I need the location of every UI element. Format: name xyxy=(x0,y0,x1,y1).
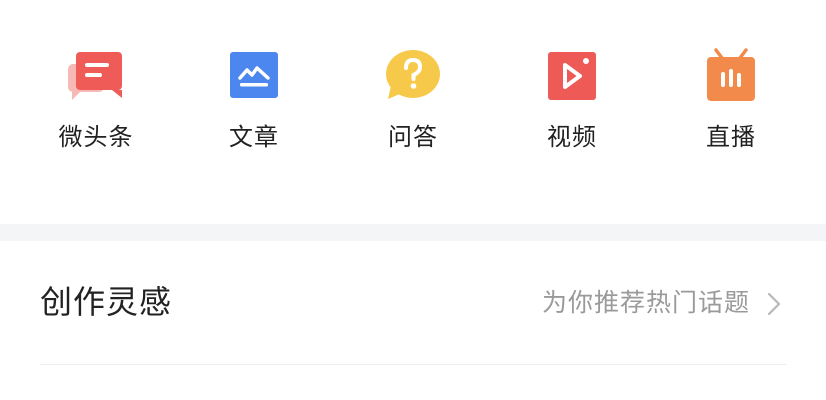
row-divider xyxy=(40,364,786,365)
create-qa-button[interactable]: 问答 xyxy=(353,48,473,168)
chevron-right-icon xyxy=(767,292,781,316)
create-video-button[interactable]: 视频 xyxy=(512,48,632,168)
inspiration-title: 创作灵感 xyxy=(40,283,173,321)
create-micro-headline-label: 微头条 xyxy=(58,123,134,151)
video-icon xyxy=(548,52,596,100)
inspiration-subtitle: 为你推荐热门话题 xyxy=(541,288,750,317)
create-live-button[interactable]: 直播 xyxy=(671,48,791,168)
create-article-button[interactable]: 文章 xyxy=(194,48,314,168)
create-panel: 微头条 文章 问答 视频 直播 创作灵感 为你推荐热门话题 xyxy=(0,0,826,400)
live-icon xyxy=(707,48,755,101)
create-article-label: 文章 xyxy=(229,123,279,151)
create-options-grid: 微头条 文章 问答 视频 直播 xyxy=(0,0,826,224)
section-divider-band xyxy=(0,224,826,241)
inspiration-row[interactable]: 创作灵感 为你推荐热门话题 xyxy=(0,241,826,365)
create-live-label: 直播 xyxy=(706,123,756,151)
create-qa-label: 问答 xyxy=(388,123,438,151)
create-micro-headline-button[interactable]: 微头条 xyxy=(36,48,156,168)
article-icon xyxy=(230,52,278,98)
qa-icon xyxy=(386,50,440,99)
create-video-label: 视频 xyxy=(547,123,597,151)
micro-headline-icon xyxy=(68,52,122,100)
